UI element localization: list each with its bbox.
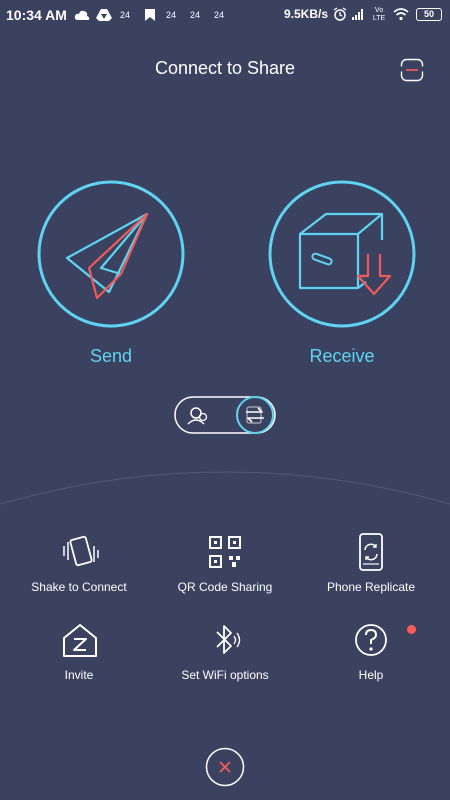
send-button[interactable]	[37, 180, 185, 328]
qr-code-sharing-label[interactable]: QR Code Sharing	[150, 580, 300, 594]
notif-count: 24	[214, 10, 225, 20]
battery-icon: 50	[416, 8, 442, 21]
invite-label[interactable]: Invite	[4, 668, 154, 682]
chat-users-icon	[187, 407, 208, 425]
shake-phone-icon[interactable]	[60, 532, 100, 572]
notif-count: 24	[120, 10, 131, 20]
notif-count: 24	[166, 10, 177, 20]
send-label[interactable]: Send	[37, 346, 185, 367]
bookmark-icon	[145, 9, 155, 21]
help-label[interactable]: Help	[296, 668, 446, 682]
divider-arc	[0, 471, 450, 505]
receive-button[interactable]	[268, 180, 416, 328]
battery-level: 50	[423, 9, 434, 19]
paper-plane-icon	[65, 212, 149, 300]
mode-toggle[interactable]	[174, 396, 276, 434]
shake-to-connect-label[interactable]: Shake to Connect	[4, 580, 154, 594]
status-bar: 10:34 AM 24 24 24 24 9.5KB/s Vo LTE 50	[0, 0, 450, 30]
box-download-icon	[298, 212, 392, 296]
close-button[interactable]	[205, 747, 245, 787]
notif-count: 24	[190, 10, 201, 20]
receive-label[interactable]: Receive	[268, 346, 416, 367]
drive-icon	[96, 9, 112, 21]
status-time: 10:34 AM	[6, 7, 67, 23]
cloud-icon	[74, 10, 90, 20]
alarm-icon	[333, 7, 347, 21]
phone-replicate-label[interactable]: Phone Replicate	[296, 580, 446, 594]
phone-replicate-icon[interactable]	[351, 532, 391, 572]
close-icon	[219, 761, 231, 773]
net-speed: 9.5KB/s	[284, 7, 329, 21]
page-title: Connect to Share	[154, 58, 296, 78]
bluetooth-icon[interactable]	[205, 620, 245, 660]
set-wifi-options-label[interactable]: Set WiFi options	[150, 668, 300, 682]
invite-home-icon[interactable]	[60, 620, 100, 660]
help-notification-dot	[407, 625, 416, 634]
volte-label: Vo LTE	[372, 7, 386, 22]
wifi-icon	[393, 8, 409, 21]
qr-code-icon[interactable]	[205, 532, 245, 572]
menu-button[interactable]	[400, 58, 424, 82]
signal-icon	[352, 9, 363, 20]
help-icon[interactable]	[351, 620, 391, 660]
